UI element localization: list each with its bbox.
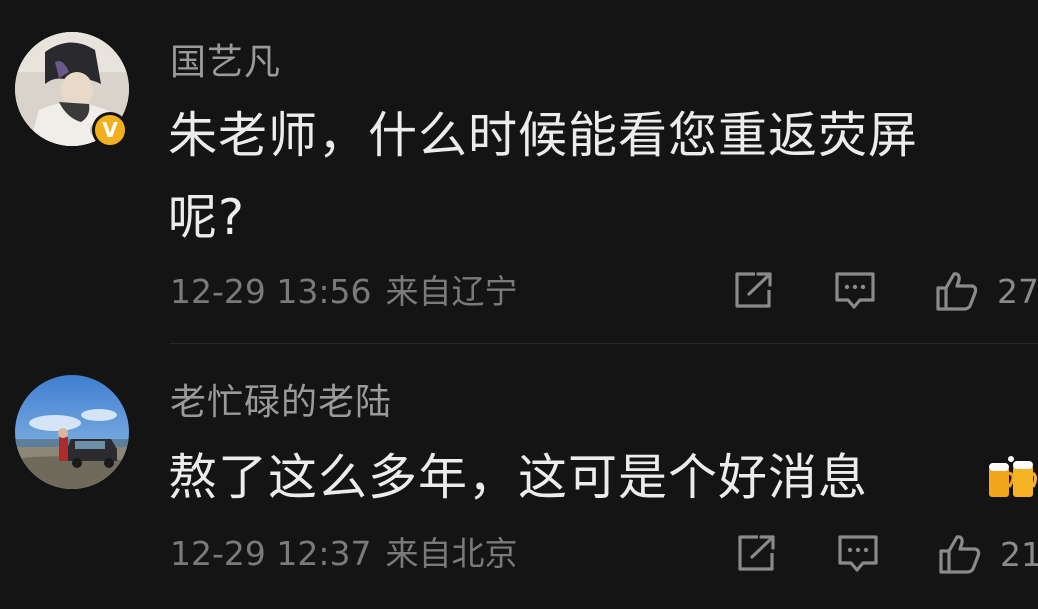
- like-button[interactable]: 21: [938, 533, 1038, 575]
- share-icon: [735, 272, 772, 308]
- like-count: 21: [1000, 534, 1038, 574]
- reply-button[interactable]: [837, 533, 879, 575]
- comment-timestamp: 12-29 12:37: [170, 534, 372, 573]
- comment-username[interactable]: 国艺凡: [170, 45, 281, 81]
- comment-location: 来自北京: [385, 534, 518, 573]
- comment-meta: 12-29 13:56 来自辽宁: [170, 275, 531, 308]
- reply-button[interactable]: [834, 270, 876, 312]
- share-icon: [738, 535, 775, 571]
- thumbs-up-icon: [939, 535, 981, 574]
- beer-mugs-emoji: [985, 455, 1038, 507]
- comment-divider: [170, 343, 1038, 344]
- like-count: 27: [997, 271, 1038, 311]
- avatar[interactable]: [15, 375, 129, 489]
- comment-content-line: 朱老师，什么时候能看您重返荧屏: [168, 107, 919, 164]
- avatar-photo: [15, 375, 129, 489]
- comment-content: 熬了这么多年，这可是个好消息: [168, 437, 1038, 519]
- thumbs-up-icon: [936, 272, 978, 311]
- comment-item: 老忙碌的老陆 熬了这么多年，这可是个好消息 12-29 12:37 来自北京 21: [0, 345, 1038, 609]
- comment-meta: 12-29 12:37 来自北京: [170, 537, 531, 570]
- comment-icon: [835, 272, 875, 309]
- beer-mugs-icon: [989, 456, 1037, 497]
- comment-content-line: 熬了这么多年，这可是个好消息: [168, 449, 869, 506]
- like-button[interactable]: 27: [935, 270, 1038, 312]
- share-button[interactable]: [733, 270, 775, 310]
- comment-location: 来自辽宁: [385, 272, 518, 311]
- comment-content-line: 呢?: [168, 189, 246, 246]
- comment-icon: [838, 535, 878, 572]
- comment-timestamp: 12-29 13:56: [170, 272, 372, 311]
- comment-username[interactable]: 老忙碌的老陆: [170, 385, 392, 421]
- share-button[interactable]: [736, 533, 778, 573]
- verified-badge-icon: V: [92, 112, 128, 148]
- comment-item: V 国艺凡 朱老师，什么时候能看您重返荧屏 呢? 12-29 13:56 来自辽宁…: [0, 0, 1038, 345]
- comment-content: 朱老师，什么时候能看您重返荧屏 呢?: [168, 95, 1038, 259]
